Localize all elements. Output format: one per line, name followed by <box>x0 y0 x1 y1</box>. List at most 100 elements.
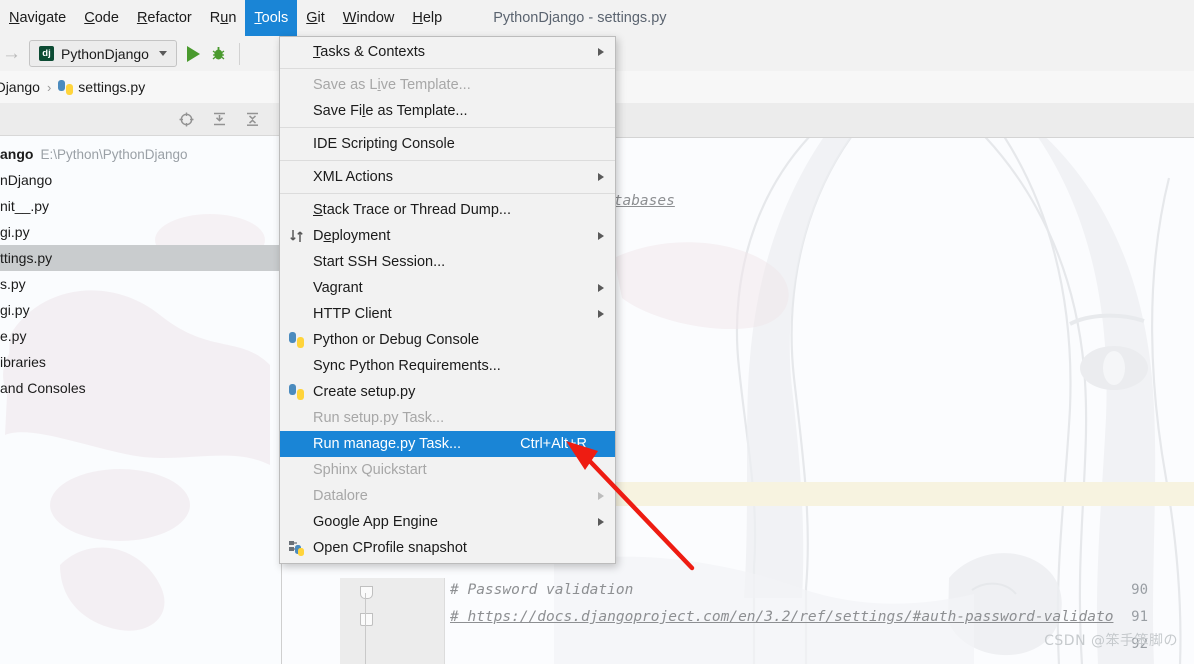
menubar-item-code[interactable]: Code <box>75 0 128 36</box>
menu-item-label: Run manage.py Task... <box>313 436 462 452</box>
run-configuration-selector[interactable]: dj PythonDjango <box>29 40 177 67</box>
menu-item-label: Run setup.py Task... <box>313 410 445 426</box>
project-tree-item[interactable]: ttings.py <box>0 245 281 271</box>
menu-item-label: Start SSH Session... <box>313 254 446 270</box>
menu-item-label: Datalore <box>313 488 368 504</box>
menubar-item-run[interactable]: Run <box>201 0 246 36</box>
run-play-icon[interactable] <box>186 45 200 62</box>
chevron-right-icon <box>598 518 604 526</box>
menu-item-sphinx-quickstart: Sphinx Quickstart <box>280 457 615 483</box>
project-tree-item[interactable]: and Consoles <box>0 375 281 401</box>
menu-item-deployment[interactable]: Deployment <box>280 223 615 249</box>
menu-bar-items: Navigate Code Refactor Run Tools Git Window Hel… <box>0 0 451 36</box>
deployment-updown-icon <box>289 228 305 244</box>
menu-item-label: Google App Engine <box>313 514 438 530</box>
django-badge-icon: dj <box>39 46 54 61</box>
menu-item-label: Sync Python Requirements... <box>313 358 501 374</box>
project-tree-item[interactable]: nit__.py <box>0 193 281 219</box>
expand-all-icon[interactable] <box>211 111 228 128</box>
chevron-right-icon <box>598 173 604 181</box>
menubar-item-tools[interactable]: Tools <box>245 0 298 36</box>
menu-item-label: Save as Live Template... <box>313 77 471 93</box>
chevron-down-icon <box>158 51 167 56</box>
project-tree-item[interactable]: ango E:\Python\PythonDjango <box>0 141 281 167</box>
tools-dropdown-menu[interactable]: Tasks & Contexts Save as Live Template...… <box>279 36 616 564</box>
fold-marker-icon[interactable] <box>360 586 373 599</box>
debug-bug-icon[interactable] <box>210 45 227 62</box>
project-tree-item[interactable]: nDjango <box>0 167 281 193</box>
menu-item-tasks-contexts[interactable]: Tasks & Contexts <box>280 39 615 65</box>
menubar-item-window[interactable]: Window <box>334 0 404 36</box>
menu-item-label: Save File as Template... <box>313 103 468 119</box>
menu-item-vagrant[interactable]: Vagrant <box>280 275 615 301</box>
menu-item-google-app-engine[interactable]: Google App Engine <box>280 509 615 535</box>
project-tree-item-label: ibraries <box>0 354 46 370</box>
project-tree: ango E:\Python\PythonDjango nDjango nit__.p… <box>0 136 281 401</box>
menu-separator <box>280 68 615 69</box>
python-setup-icon <box>289 384 305 400</box>
menu-item-label: Python or Debug Console <box>313 332 480 348</box>
menu-item-save-file-as-template[interactable]: Save File as Template... <box>280 98 615 124</box>
menubar-item-navigate[interactable]: Navigate <box>0 0 75 36</box>
python-console-icon <box>289 332 305 348</box>
breadcrumb-project[interactable]: PythonDjango <box>0 79 40 95</box>
project-tree-item[interactable]: gi.py <box>0 219 281 245</box>
menu-separator <box>280 127 615 128</box>
project-tree-item-path: E:\Python\PythonDjango <box>40 147 188 162</box>
project-tree-item-label: s.py <box>0 276 26 292</box>
menu-item-python-or-debug-console[interactable]: Python or Debug Console <box>280 327 615 353</box>
project-tree-item-label: and Consoles <box>0 380 86 396</box>
chevron-right-icon <box>598 492 604 500</box>
project-tree-item-label: ttings.py <box>0 250 53 266</box>
menu-item-http-client[interactable]: HTTP Client <box>280 301 615 327</box>
menu-item-label: Stack Trace or Thread Dump... <box>313 202 511 218</box>
menubar-item-git[interactable]: Git <box>297 0 334 36</box>
project-tree-item[interactable]: ibraries <box>0 349 281 375</box>
menu-item-run-manage-py-task[interactable]: Run manage.py Task... Ctrl+Alt+R <box>280 431 615 457</box>
anime-background-watermark <box>554 138 1182 664</box>
project-tree-item-label: ango <box>0 146 34 162</box>
menu-item-save-as-live-template: Save as Live Template... <box>280 72 615 98</box>
menu-item-stack-trace-or-thread-dump[interactable]: Stack Trace or Thread Dump... <box>280 197 615 223</box>
project-tree-item[interactable]: gi.py <box>0 297 281 323</box>
menu-item-datalore: Datalore <box>280 483 615 509</box>
menu-bar: Navigate Code Refactor Run Tools Git Window Hel… <box>0 0 1194 37</box>
python-file-icon <box>58 79 74 95</box>
editor-gutter[interactable] <box>340 578 445 664</box>
fold-marker-icon[interactable] <box>360 613 373 626</box>
menu-item-label: Sphinx Quickstart <box>313 462 427 478</box>
run-configuration-label: PythonDjango <box>61 45 149 62</box>
menu-item-label: Tasks & Contexts <box>313 44 426 60</box>
line-number: 90 <box>1131 582 1148 598</box>
breadcrumb-file[interactable]: settings.py <box>78 79 145 95</box>
menu-item-open-cprofile-snapshot[interactable]: Open CProfile snapshot <box>280 535 615 561</box>
project-tree-item-label: gi.py <box>0 302 30 318</box>
project-tree-item[interactable]: s.py <box>0 271 281 297</box>
menu-item-label: HTTP Client <box>313 306 392 322</box>
menu-item-label: Vagrant <box>313 280 363 296</box>
chevron-right-icon <box>598 310 604 318</box>
menu-separator <box>280 193 615 194</box>
chevron-right-icon <box>598 284 604 292</box>
menu-item-xml-actions[interactable]: XML Actions <box>280 164 615 190</box>
arrow-right-icon[interactable]: → <box>0 43 27 65</box>
project-tree-item-label: e.py <box>0 328 27 344</box>
menu-item-label: Deployment <box>313 228 391 244</box>
menu-item-label: Create setup.py <box>313 384 416 400</box>
menu-item-create-setup-py[interactable]: Create setup.py <box>280 379 615 405</box>
breadcrumb-separator: › <box>46 79 52 95</box>
menu-item-ide-scripting-console[interactable]: IDE Scripting Console <box>280 131 615 157</box>
project-tree-item-label: nit__.py <box>0 198 50 214</box>
menubar-item-help[interactable]: Help <box>403 0 451 36</box>
code-line: # Password validation <box>450 582 634 598</box>
menu-item-start-ssh-session[interactable]: Start SSH Session... <box>280 249 615 275</box>
menu-item-sync-python-requirements[interactable]: Sync Python Requirements... <box>280 353 615 379</box>
line-number: 91 <box>1131 609 1148 625</box>
fold-connector <box>365 593 366 664</box>
collapse-all-icon[interactable] <box>244 111 261 128</box>
menubar-item-refactor[interactable]: Refactor <box>128 0 201 36</box>
locate-target-icon[interactable] <box>178 111 195 128</box>
chevron-right-icon <box>598 232 604 240</box>
project-tree-item[interactable]: e.py <box>0 323 281 349</box>
cprofile-icon <box>289 540 305 556</box>
